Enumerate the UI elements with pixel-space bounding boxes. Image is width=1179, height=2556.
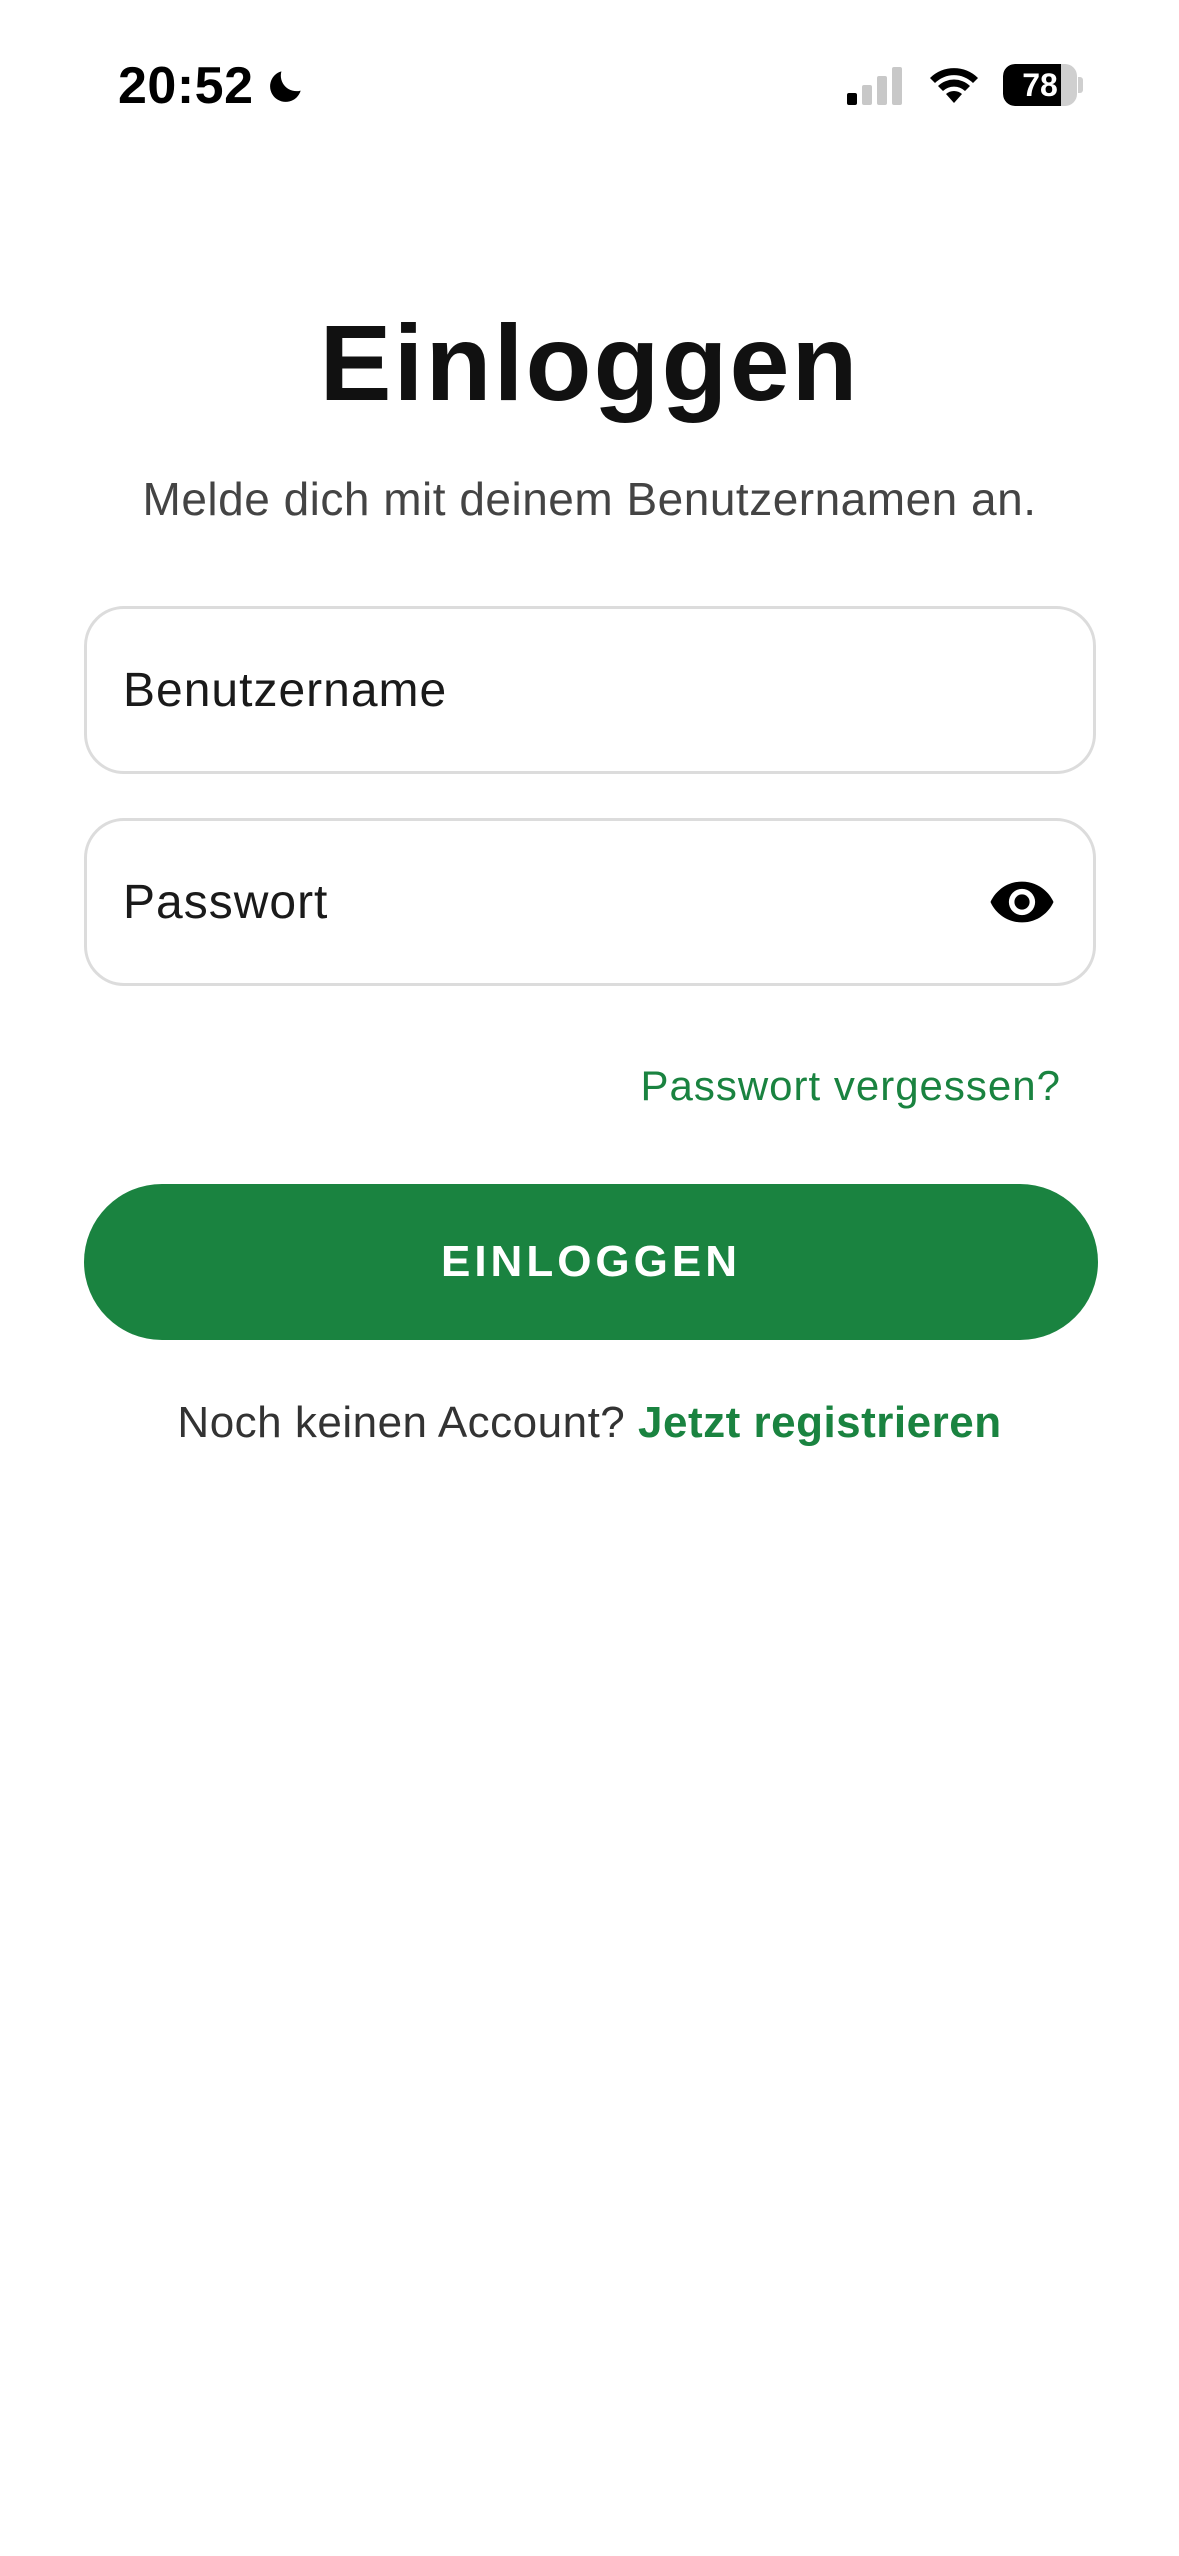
wifi-icon — [930, 68, 978, 103]
battery-icon: 78 — [1003, 64, 1083, 106]
status-time: 20:52 — [118, 56, 308, 116]
username-input[interactable] — [123, 662, 1057, 718]
login-button[interactable]: EINLOGGEN — [84, 1184, 1098, 1340]
register-line: Noch keinen Account? Jetzt registrieren — [0, 1398, 1179, 1448]
status-bar: 20:52 78 — [0, 0, 1179, 160]
password-input[interactable] — [123, 874, 987, 930]
battery-percent: 78 — [1022, 67, 1058, 103]
register-prompt: Noch keinen Account? — [177, 1398, 638, 1447]
signal-icon — [847, 67, 902, 105]
eye-icon[interactable] — [987, 867, 1057, 937]
battery-cap — [1078, 77, 1083, 93]
status-time-text: 20:52 — [118, 57, 254, 115]
page-subtitle: Melde dich mit deinem Benutzernamen an. — [142, 473, 1037, 525]
password-field[interactable] — [84, 818, 1096, 986]
page-title: Einloggen — [319, 302, 860, 423]
moon-icon — [269, 71, 301, 102]
username-field[interactable] — [84, 606, 1096, 774]
status-right: 78 — [845, 64, 1083, 106]
register-link[interactable]: Jetzt registrieren — [638, 1398, 1002, 1447]
forgot-password-link[interactable]: Passwort vergessen? — [640, 1062, 1061, 1110]
